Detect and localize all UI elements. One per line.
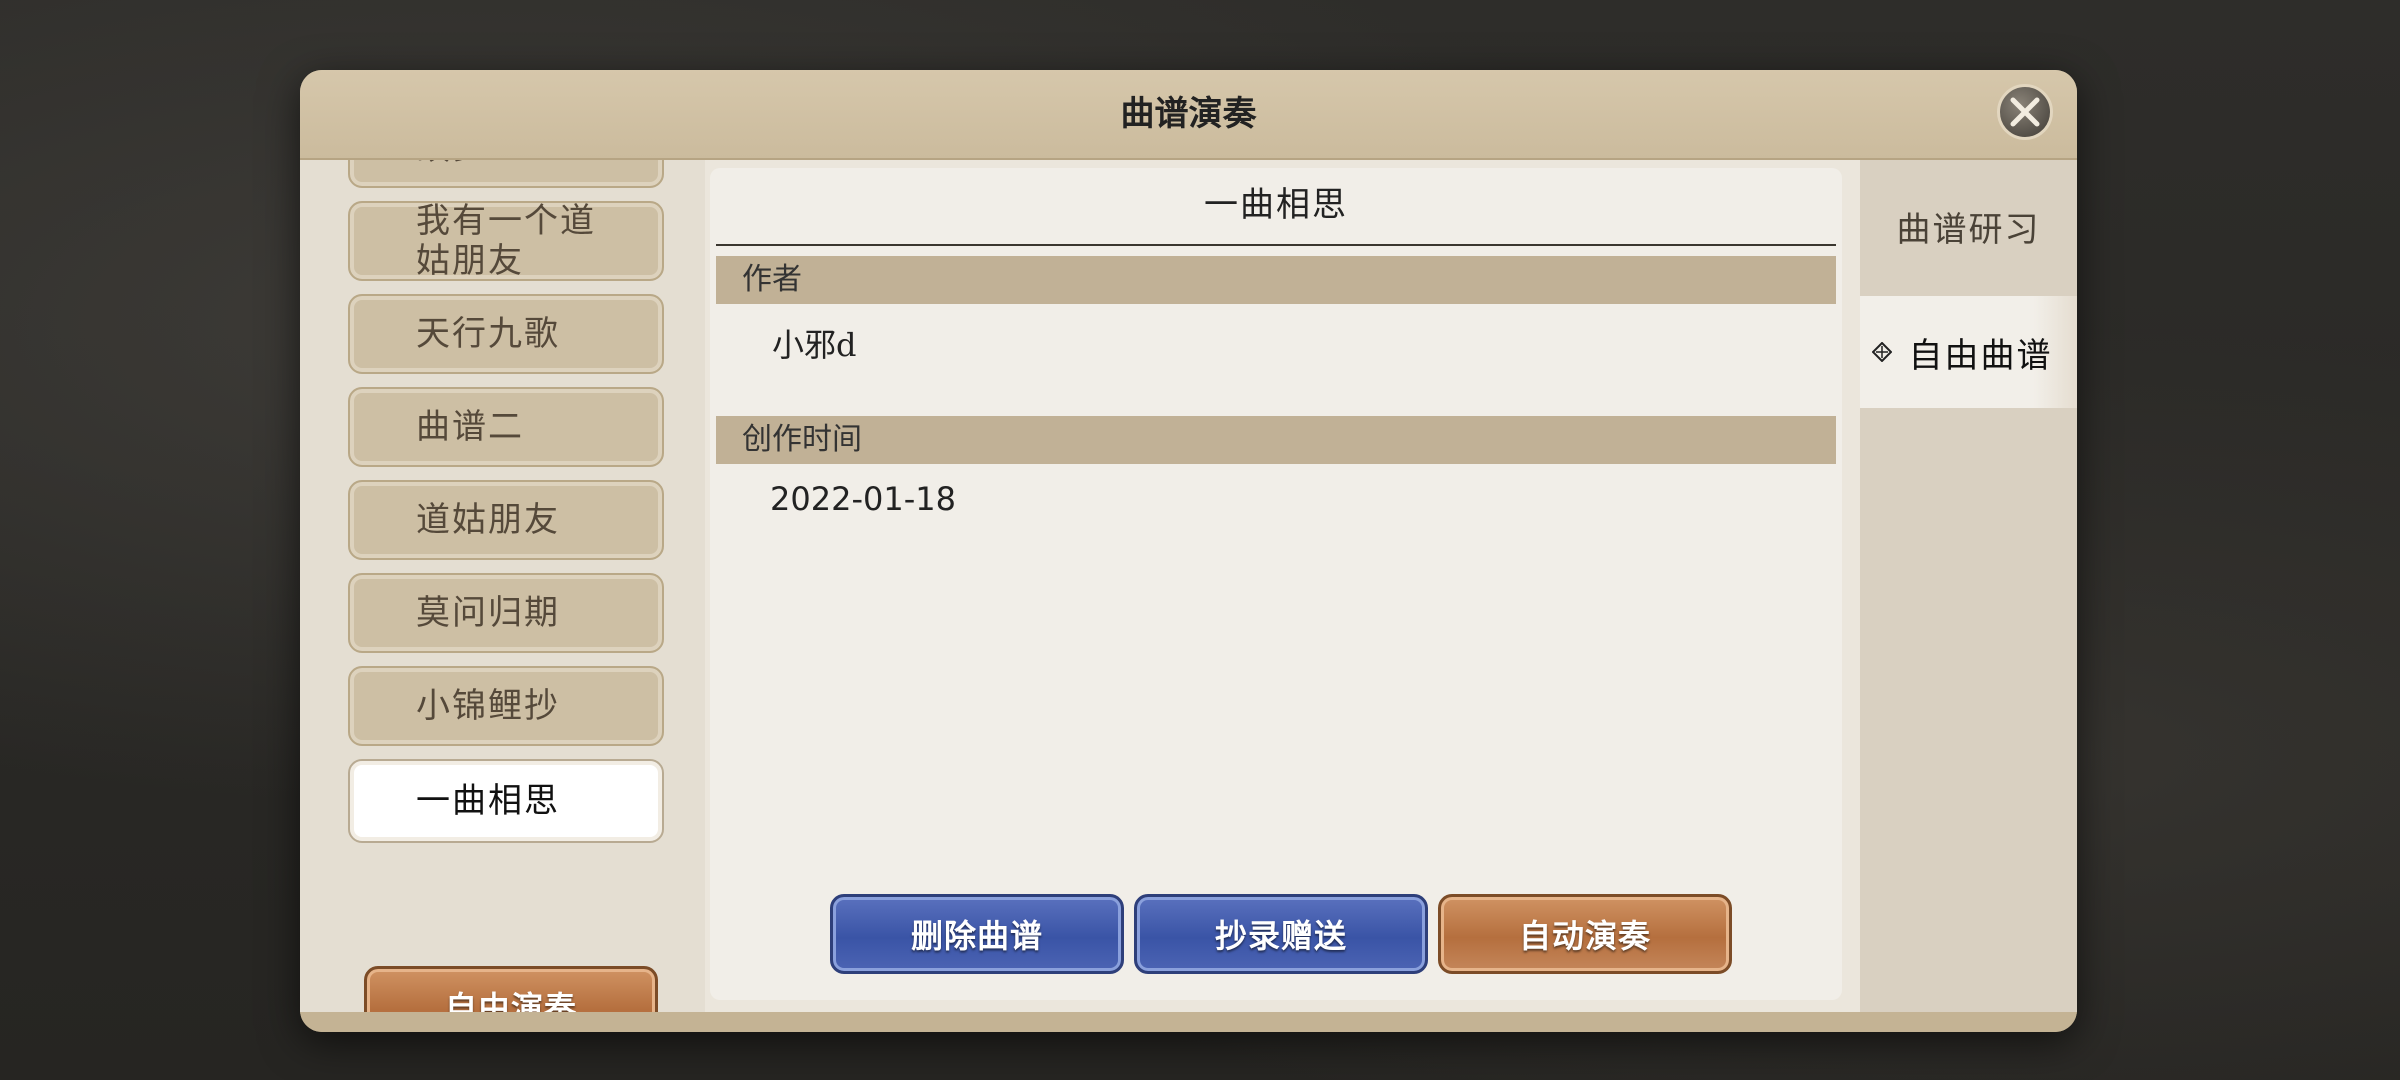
score-play-dialog: 曲谱演奏 故乡 我有一个道姑朋友 天行九歌 曲谱二 (300, 70, 2077, 1032)
song-list-item-label: 故乡 (416, 160, 488, 186)
song-list-item[interactable]: 道姑朋友 (348, 480, 664, 560)
dialog-bottom-edge (300, 1012, 2077, 1032)
free-play-button-label: 自由演奏 (444, 989, 577, 1012)
song-list-item[interactable]: 小锦鲤抄 (348, 666, 664, 746)
song-list-item-selected[interactable]: 一曲相思 (348, 759, 664, 843)
dialog-title-bar: 曲谱演奏 (300, 70, 2077, 160)
free-play-button[interactable]: 自由演奏 (364, 966, 658, 1012)
song-list-item-label: 天行九歌 (416, 314, 560, 354)
close-button[interactable] (1997, 84, 2053, 140)
tab-score-study-label: 曲谱研习 (1896, 209, 2041, 250)
song-list-item-label: 曲谱二 (416, 407, 524, 447)
title-divider (716, 244, 1836, 246)
author-header: 作者 (716, 256, 1836, 304)
song-list-item[interactable]: 天行九歌 (348, 294, 664, 374)
song-list-item[interactable]: 我有一个道姑朋友 (348, 201, 664, 281)
created-time-header-label: 创作时间 (742, 422, 862, 457)
song-list-item-label: 小锦鲤抄 (416, 686, 560, 726)
dialog-body: 故乡 我有一个道姑朋友 天行九歌 曲谱二 道姑朋友 莫问归期 小 (300, 160, 2077, 1012)
tab-free-score[interactable]: 自由曲谱 (1860, 296, 2077, 408)
auto-play-button[interactable]: 自动演奏 (1438, 894, 1732, 974)
delete-score-button[interactable]: 删除曲谱 (830, 894, 1124, 974)
created-time-value: 2022-01-18 (770, 480, 956, 518)
author-value: 小邪d (772, 326, 857, 364)
song-list-item[interactable]: 故乡 (348, 160, 664, 188)
tab-free-score-label: 自由曲谱 (1908, 335, 2053, 376)
song-list-item-label: 我有一个道姑朋友 (416, 201, 596, 281)
copy-gift-button-label: 抄录赠送 (1214, 917, 1347, 955)
song-list-item[interactable]: 曲谱二 (348, 387, 664, 467)
author-header-label: 作者 (742, 262, 802, 297)
auto-play-button-label: 自动演奏 (1518, 917, 1651, 955)
close-icon (2010, 97, 2040, 127)
score-title: 一曲相思 (1204, 185, 1348, 225)
tab-score-study[interactable]: 曲谱研习 (1860, 170, 2077, 282)
created-time-header: 创作时间 (716, 416, 1836, 464)
dialog-title: 曲谱演奏 (1120, 94, 1257, 134)
delete-score-button-label: 删除曲谱 (910, 917, 1043, 955)
song-list[interactable]: 故乡 我有一个道姑朋友 天行九歌 曲谱二 道姑朋友 莫问归期 小 (348, 160, 666, 970)
side-tabs: 曲谱研习 自由曲谱 (1860, 160, 2077, 1012)
song-list-item-label: 道姑朋友 (416, 500, 560, 540)
copy-gift-button[interactable]: 抄录赠送 (1134, 894, 1428, 974)
song-list-item[interactable]: 莫问归期 (348, 573, 664, 653)
score-detail-panel: 一曲相思 作者 小邪d 创作时间 2022-01-18 删除曲谱 抄录赠送 自动… (710, 168, 1842, 1000)
song-list-item-label: 一曲相思 (416, 781, 560, 821)
song-list-item-label: 莫问归期 (416, 593, 560, 633)
song-list-panel: 故乡 我有一个道姑朋友 天行九歌 曲谱二 道姑朋友 莫问归期 小 (300, 160, 705, 1012)
